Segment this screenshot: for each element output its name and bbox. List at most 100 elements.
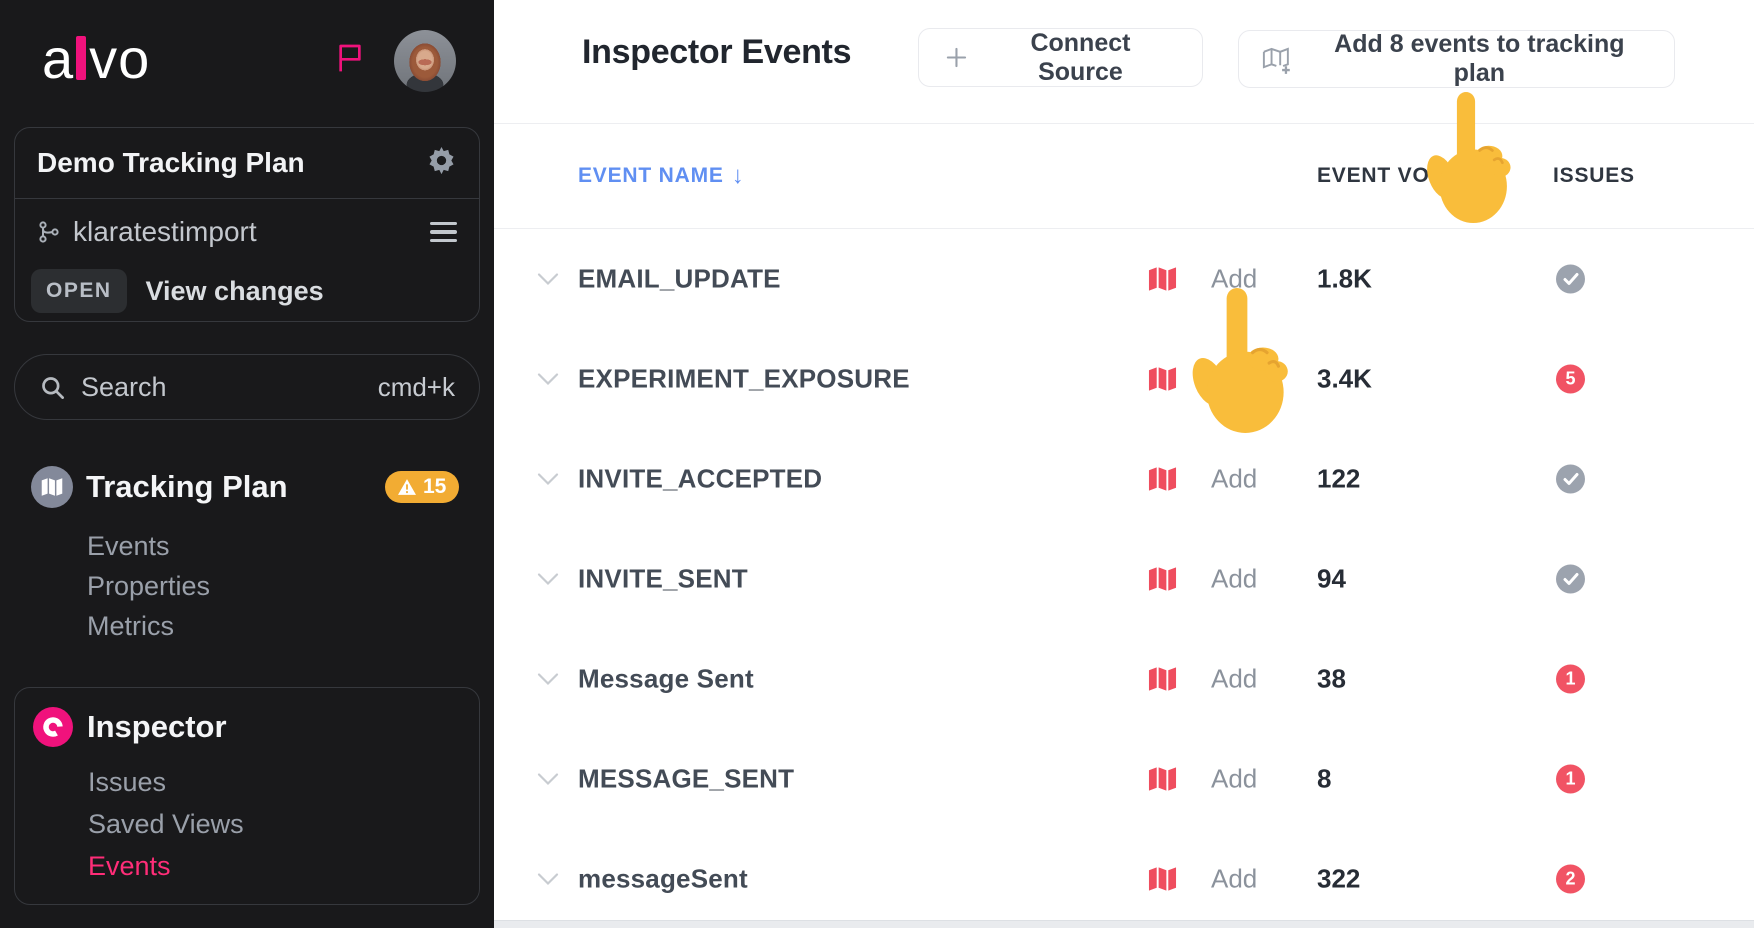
- main-header: Inspector Events Connect Source Add 8 ev…: [494, 0, 1754, 124]
- avo-logo[interactable]: a vo: [42, 26, 150, 90]
- table-column-header: EVENT NAME ↓ EVENT VOLUME ISSUES: [494, 124, 1754, 229]
- sidebar-item-inspector[interactable]: Inspector: [87, 709, 227, 745]
- add-link[interactable]: Add: [1211, 364, 1257, 395]
- add-link[interactable]: Add: [1211, 664, 1257, 695]
- event-table: EMAIL_UPDATE Add 1.8K EXPERIMENT_EX: [494, 229, 1754, 920]
- main-content: Inspector Events Connect Source Add 8 ev…: [494, 0, 1754, 928]
- sidebar-item-properties[interactable]: Properties: [87, 572, 210, 600]
- map-icon: [1148, 866, 1177, 892]
- issue-badge[interactable]: 1: [1556, 765, 1585, 794]
- tracking-plan-section: Tracking Plan 15: [0, 466, 494, 508]
- chevron-down-icon[interactable]: [537, 673, 559, 686]
- event-name: messageSent: [578, 864, 748, 895]
- add-link[interactable]: Add: [1211, 464, 1257, 495]
- chevron-down-icon[interactable]: [537, 573, 559, 586]
- event-name: INVITE_SENT: [578, 564, 748, 595]
- event-name: EXPERIMENT_EXPOSURE: [578, 364, 910, 395]
- add-events-to-plan-button[interactable]: Add 8 events to tracking plan: [1238, 30, 1675, 88]
- sort-descending-icon: ↓: [732, 162, 745, 190]
- table-row[interactable]: EXPERIMENT_EXPOSURE Add 3.4K 5: [494, 329, 1754, 429]
- issue-badge[interactable]: [1556, 465, 1585, 494]
- search-input[interactable]: Search cmd+k: [14, 354, 480, 420]
- issue-count: 2: [1565, 869, 1575, 890]
- table-row[interactable]: EMAIL_UPDATE Add 1.8K: [494, 229, 1754, 329]
- issue-badge[interactable]: 1: [1556, 665, 1585, 694]
- plan-title: Demo Tracking Plan: [37, 147, 305, 179]
- search-icon: [39, 374, 66, 401]
- chevron-down-icon[interactable]: [537, 473, 559, 486]
- event-volume: 3.4K: [1317, 364, 1372, 395]
- add-link[interactable]: Add: [1211, 764, 1257, 795]
- logo-pink-bar: [76, 36, 86, 80]
- table-row[interactable]: INVITE_ACCEPTED Add 122: [494, 429, 1754, 529]
- flag-icon[interactable]: [334, 42, 366, 74]
- plan-title-row: Demo Tracking Plan: [15, 128, 479, 198]
- warning-count: 15: [423, 475, 446, 499]
- table-row[interactable]: messageSent Add 322 2: [494, 829, 1754, 920]
- user-avatar[interactable]: [394, 30, 456, 92]
- event-volume: 1.8K: [1317, 264, 1372, 295]
- event-name: MESSAGE_SENT: [578, 764, 794, 795]
- event-name: EMAIL_UPDATE: [578, 264, 781, 295]
- chevron-down-icon[interactable]: [537, 273, 559, 286]
- menu-icon[interactable]: [430, 217, 457, 248]
- issue-badge[interactable]: [1556, 565, 1585, 594]
- check-icon: [1563, 473, 1579, 486]
- logo-letter-a: a: [42, 26, 74, 91]
- map-icon: [1148, 466, 1177, 492]
- connect-source-label: Connect Source: [985, 29, 1176, 87]
- warning-icon: [398, 479, 416, 495]
- page-title: Inspector Events: [582, 33, 851, 72]
- plus-icon: [945, 46, 968, 69]
- warning-count-badge[interactable]: 15: [385, 471, 459, 503]
- map-plus-icon: [1261, 45, 1292, 74]
- issue-badge[interactable]: 5: [1556, 365, 1585, 394]
- table-row[interactable]: MESSAGE_SENT Add 8 1: [494, 729, 1754, 829]
- search-placeholder: Search: [81, 372, 167, 403]
- column-event-name[interactable]: EVENT NAME ↓: [578, 162, 745, 190]
- connect-source-button[interactable]: Connect Source: [918, 28, 1203, 87]
- sidebar-item-events[interactable]: Events: [87, 532, 170, 560]
- search-shortcut: cmd+k: [378, 372, 455, 403]
- branch-name: klaratestimport: [73, 216, 257, 248]
- branch-row[interactable]: klaratestimport: [15, 204, 479, 260]
- branch-icon: [37, 220, 61, 244]
- map-icon: [1148, 366, 1177, 392]
- sidebar-item-metrics[interactable]: Metrics: [87, 612, 174, 640]
- add-link[interactable]: Add: [1211, 564, 1257, 595]
- sidebar-item-inspector-events[interactable]: Events: [88, 852, 171, 880]
- app-window: a vo Demo Tracking Plan: [0, 0, 1754, 928]
- issue-badge[interactable]: [1556, 265, 1585, 294]
- map-icon: [1148, 766, 1177, 792]
- tracking-plan-card: Demo Tracking Plan klaratestimport: [14, 127, 480, 322]
- add-events-label: Add 8 events to tracking plan: [1307, 30, 1652, 88]
- table-row[interactable]: INVITE_SENT Add 94: [494, 529, 1754, 629]
- status-badge: OPEN: [31, 269, 127, 313]
- chevron-down-icon[interactable]: [537, 773, 559, 786]
- sidebar-item-saved-views[interactable]: Saved Views: [88, 810, 244, 838]
- table-row[interactable]: Message Sent Add 38 1: [494, 629, 1754, 729]
- chevron-down-icon[interactable]: [537, 373, 559, 386]
- add-link[interactable]: Add: [1211, 264, 1257, 295]
- issue-count: 5: [1565, 369, 1575, 390]
- chevron-down-icon[interactable]: [537, 873, 559, 886]
- tracking-plan-icon: [31, 466, 73, 508]
- event-volume: 122: [1317, 464, 1360, 495]
- issue-count: 1: [1565, 669, 1575, 690]
- map-icon: [1148, 266, 1177, 292]
- column-event-name-label: EVENT NAME: [578, 164, 724, 188]
- issue-badge[interactable]: 2: [1556, 865, 1585, 894]
- inspector-card: Inspector Issues Saved Views Events: [14, 687, 480, 905]
- event-volume: 94: [1317, 564, 1346, 595]
- sidebar-item-issues[interactable]: Issues: [88, 768, 166, 796]
- inspector-icon: [33, 707, 73, 747]
- view-changes-link[interactable]: View changes: [146, 276, 324, 307]
- add-link[interactable]: Add: [1211, 864, 1257, 895]
- event-name: Message Sent: [578, 664, 754, 695]
- sidebar-item-tracking-plan[interactable]: Tracking Plan: [86, 469, 288, 505]
- event-volume: 8: [1317, 764, 1331, 795]
- gear-icon[interactable]: [426, 145, 457, 181]
- card-divider: [15, 198, 479, 199]
- check-icon: [1563, 573, 1579, 586]
- column-event-volume: EVENT VOLUME: [1317, 164, 1492, 188]
